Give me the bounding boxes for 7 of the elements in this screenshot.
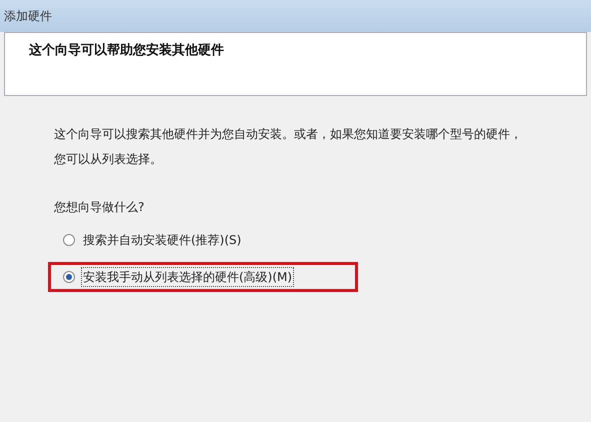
header-title: 这个向导可以帮助您安装其他硬件 bbox=[29, 42, 224, 60]
description-text: 这个向导可以搜索其他硬件并为您自动安装。或者，如果您知道要安装哪个型号的硬件，您可以从列表选择。 bbox=[54, 126, 523, 168]
window-title: 添加硬件 bbox=[4, 8, 52, 25]
question-text: 您想向导做什么? bbox=[54, 199, 146, 216]
radio-button[interactable] bbox=[63, 271, 75, 283]
radio-option[interactable]: 搜索并自动安装硬件(推荐)(S) bbox=[63, 231, 343, 249]
radio-button[interactable] bbox=[63, 234, 75, 246]
